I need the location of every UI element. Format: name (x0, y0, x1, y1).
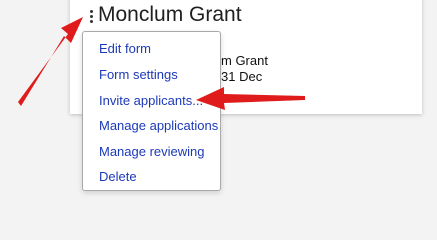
menu-item-form-settings[interactable]: Form settings (99, 67, 178, 82)
grant-title: Monclum Grant (98, 3, 242, 26)
kebab-dot (89, 19, 93, 23)
menu-item-edit-form[interactable]: Edit form (99, 41, 151, 56)
context-menu: Edit form Form settings Invite applicant… (82, 31, 221, 191)
kebab-menu-icon[interactable] (87, 8, 95, 24)
menu-item-delete[interactable]: Delete (99, 169, 137, 184)
menu-item-manage-applications[interactable]: Manage applications (99, 118, 218, 133)
kebab-dot (89, 9, 93, 13)
grant-detail-name: m Grant (221, 53, 268, 68)
kebab-dot (89, 14, 93, 18)
menu-item-manage-reviewing[interactable]: Manage reviewing (99, 144, 205, 159)
menu-item-invite-applicants[interactable]: Invite applicants... (99, 93, 203, 108)
grant-detail-date: 31 Dec (221, 69, 263, 84)
